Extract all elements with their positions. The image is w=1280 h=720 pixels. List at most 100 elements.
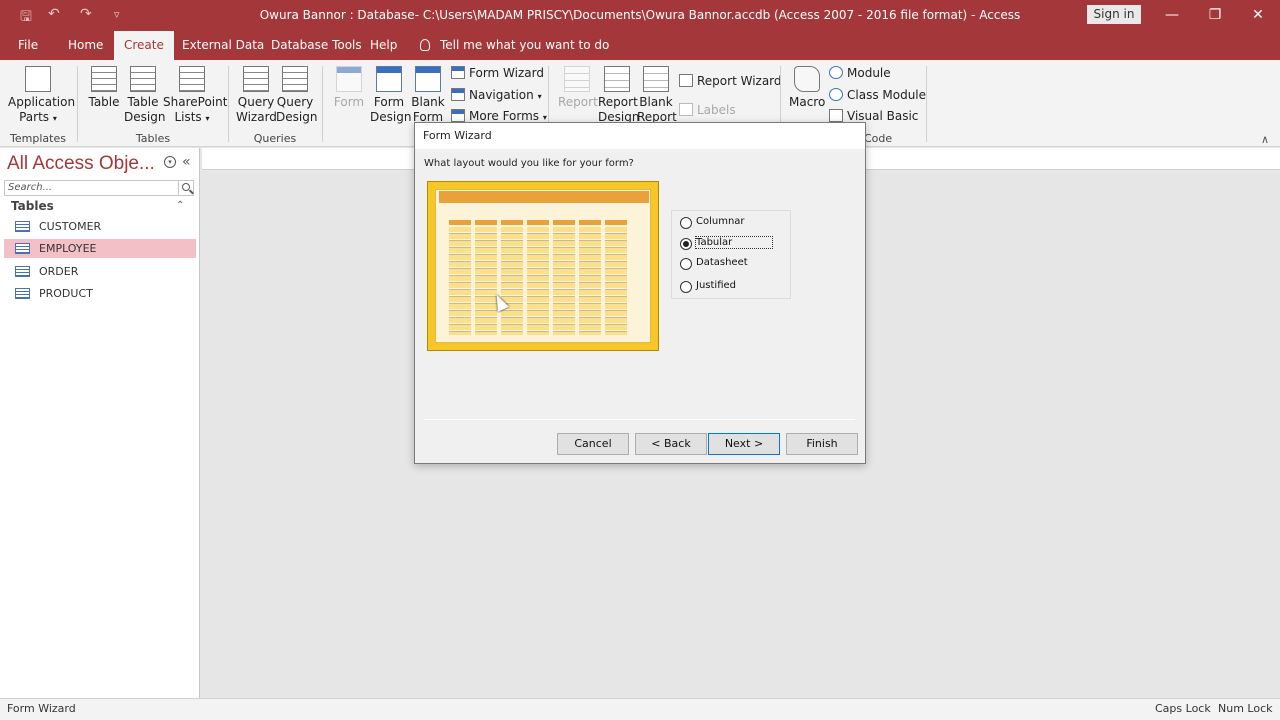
preview-column xyxy=(527,220,549,336)
group-label-templates: Templates xyxy=(10,132,66,145)
more-forms-icon xyxy=(451,109,465,122)
blank-report-button[interactable]: Blank Report xyxy=(637,66,677,125)
macro-icon xyxy=(794,66,820,92)
shutter-bar-close-icon[interactable]: « xyxy=(182,154,191,170)
labels-icon xyxy=(679,103,693,116)
nav-item-customer[interactable]: CUSTOMER xyxy=(4,217,196,236)
group-label-code: Code xyxy=(864,132,893,145)
report-design-icon xyxy=(604,66,630,92)
more-forms-button[interactable]: More Forms ▾ xyxy=(451,109,547,123)
status-bar: Form Wizard Caps Lock Num Lock xyxy=(0,698,1280,720)
application-parts-icon xyxy=(25,66,51,92)
title-bar: 🖫 ↶ ↷ ▿ Owura Bannor : Database- C:\User… xyxy=(0,0,1280,31)
macro-button[interactable]: Macro xyxy=(789,66,825,110)
table-icon xyxy=(15,243,30,254)
blank-form-button[interactable]: Blank Form xyxy=(410,66,446,125)
tab-create[interactable]: Create xyxy=(114,31,174,60)
layout-options-group: Columnar Tabular Datasheet Justified xyxy=(671,210,791,299)
tell-me-search[interactable]: Tell me what you want to do xyxy=(420,31,609,60)
caps-lock-indicator: Caps Lock xyxy=(1155,702,1211,715)
form-design-button[interactable]: Form Design xyxy=(370,66,411,125)
tab-home[interactable]: Home xyxy=(66,31,105,60)
group-label-tables: Tables xyxy=(135,132,171,145)
minimize-icon[interactable]: — xyxy=(1157,5,1187,25)
query-design-button[interactable]: Query Design xyxy=(276,66,317,125)
nav-search-button[interactable] xyxy=(178,180,194,196)
module-icon xyxy=(829,66,843,79)
dialog-title: Form Wizard xyxy=(423,129,492,142)
tab-database-tools[interactable]: Database Tools xyxy=(269,31,364,60)
form-wizard-button[interactable]: Form Wizard xyxy=(451,66,544,80)
layout-question: What layout would you like for your form… xyxy=(424,158,634,169)
next-button[interactable]: Next > xyxy=(708,433,780,455)
dialog-separator xyxy=(424,419,855,420)
blank-form-icon xyxy=(415,66,441,92)
application-parts-button[interactable]: Application Parts ▾ xyxy=(8,66,75,126)
sharepoint-lists-icon xyxy=(179,66,205,92)
navigation-icon xyxy=(451,88,465,101)
report-wizard-icon xyxy=(679,74,693,87)
navigation-button[interactable]: Navigation ▾ xyxy=(451,88,542,102)
visual-basic-icon xyxy=(829,109,843,122)
report-button[interactable]: Report xyxy=(558,66,598,110)
class-module-button[interactable]: Class Module xyxy=(829,88,926,102)
query-wizard-button[interactable]: Query Wizard xyxy=(236,66,277,125)
navigation-pane: All Access Obje... ▾ « Search... Tables … xyxy=(0,148,200,698)
report-wizard-button[interactable]: Report Wizard xyxy=(679,74,782,88)
search-icon xyxy=(182,183,190,191)
lightbulb-icon xyxy=(420,39,430,51)
restore-icon[interactable]: ❐ xyxy=(1200,5,1230,25)
tab-file[interactable]: File xyxy=(16,31,40,60)
labels-button[interactable]: Labels xyxy=(679,103,736,117)
layout-preview xyxy=(427,181,659,351)
preview-column xyxy=(553,220,575,336)
finish-button[interactable]: Finish xyxy=(786,433,858,455)
preview-column xyxy=(501,220,523,336)
table-design-icon xyxy=(130,66,156,92)
tab-help[interactable]: Help xyxy=(368,31,399,60)
form-wizard-icon xyxy=(451,66,465,79)
nav-search-input[interactable]: Search... xyxy=(4,180,179,196)
num-lock-indicator: Num Lock xyxy=(1218,702,1273,715)
form-design-icon xyxy=(376,66,402,92)
chevron-up-icon[interactable]: ⌃ xyxy=(176,200,184,211)
module-button[interactable]: Module xyxy=(829,66,891,80)
collapse-ribbon-icon[interactable]: ∧ xyxy=(1261,133,1269,146)
nav-item-product[interactable]: PRODUCT xyxy=(4,284,196,303)
preview-column xyxy=(449,220,471,336)
ribbon-tab-bar: File Home Create External Data Database … xyxy=(0,31,1280,60)
tell-me-label: Tell me what you want to do xyxy=(440,38,610,52)
table-design-button[interactable]: Table Design xyxy=(124,66,165,125)
status-text: Form Wizard xyxy=(7,702,76,715)
nav-pane-title[interactable]: All Access Obje... xyxy=(7,153,155,175)
nav-item-order[interactable]: ORDER xyxy=(4,262,196,281)
table-icon xyxy=(91,66,117,92)
close-icon[interactable]: ✕ xyxy=(1243,5,1273,25)
group-label-queries: Queries xyxy=(253,132,297,145)
preview-column xyxy=(579,220,601,336)
table-icon xyxy=(15,221,30,232)
form-button[interactable]: Form xyxy=(332,66,366,110)
tab-external-data[interactable]: External Data xyxy=(180,31,266,60)
visual-basic-button[interactable]: Visual Basic xyxy=(829,109,918,123)
report-icon xyxy=(564,66,590,92)
query-design-icon xyxy=(282,66,308,92)
nav-group-tables[interactable]: Tables xyxy=(11,199,54,213)
preview-form-area xyxy=(435,189,651,343)
report-design-button[interactable]: Report Design xyxy=(598,66,639,125)
table-button[interactable]: Table xyxy=(87,66,121,110)
back-button[interactable]: < Back xyxy=(635,433,707,455)
nav-item-employee[interactable]: EMPLOYEE xyxy=(4,239,196,258)
blank-report-icon xyxy=(643,66,669,92)
preview-column xyxy=(605,220,627,336)
query-wizard-icon xyxy=(243,66,269,92)
form-wizard-dialog: Form Wizard What layout would you like f… xyxy=(414,122,866,464)
form-icon xyxy=(336,66,362,92)
preview-column xyxy=(475,220,497,336)
cancel-button[interactable]: Cancel xyxy=(557,433,629,455)
table-icon xyxy=(15,288,30,299)
sharepoint-lists-button[interactable]: SharePoint Lists ▾ xyxy=(163,66,227,126)
sign-in-button[interactable]: Sign in xyxy=(1087,5,1141,24)
table-icon xyxy=(15,266,30,277)
nav-menu-icon[interactable]: ▾ xyxy=(164,156,176,168)
